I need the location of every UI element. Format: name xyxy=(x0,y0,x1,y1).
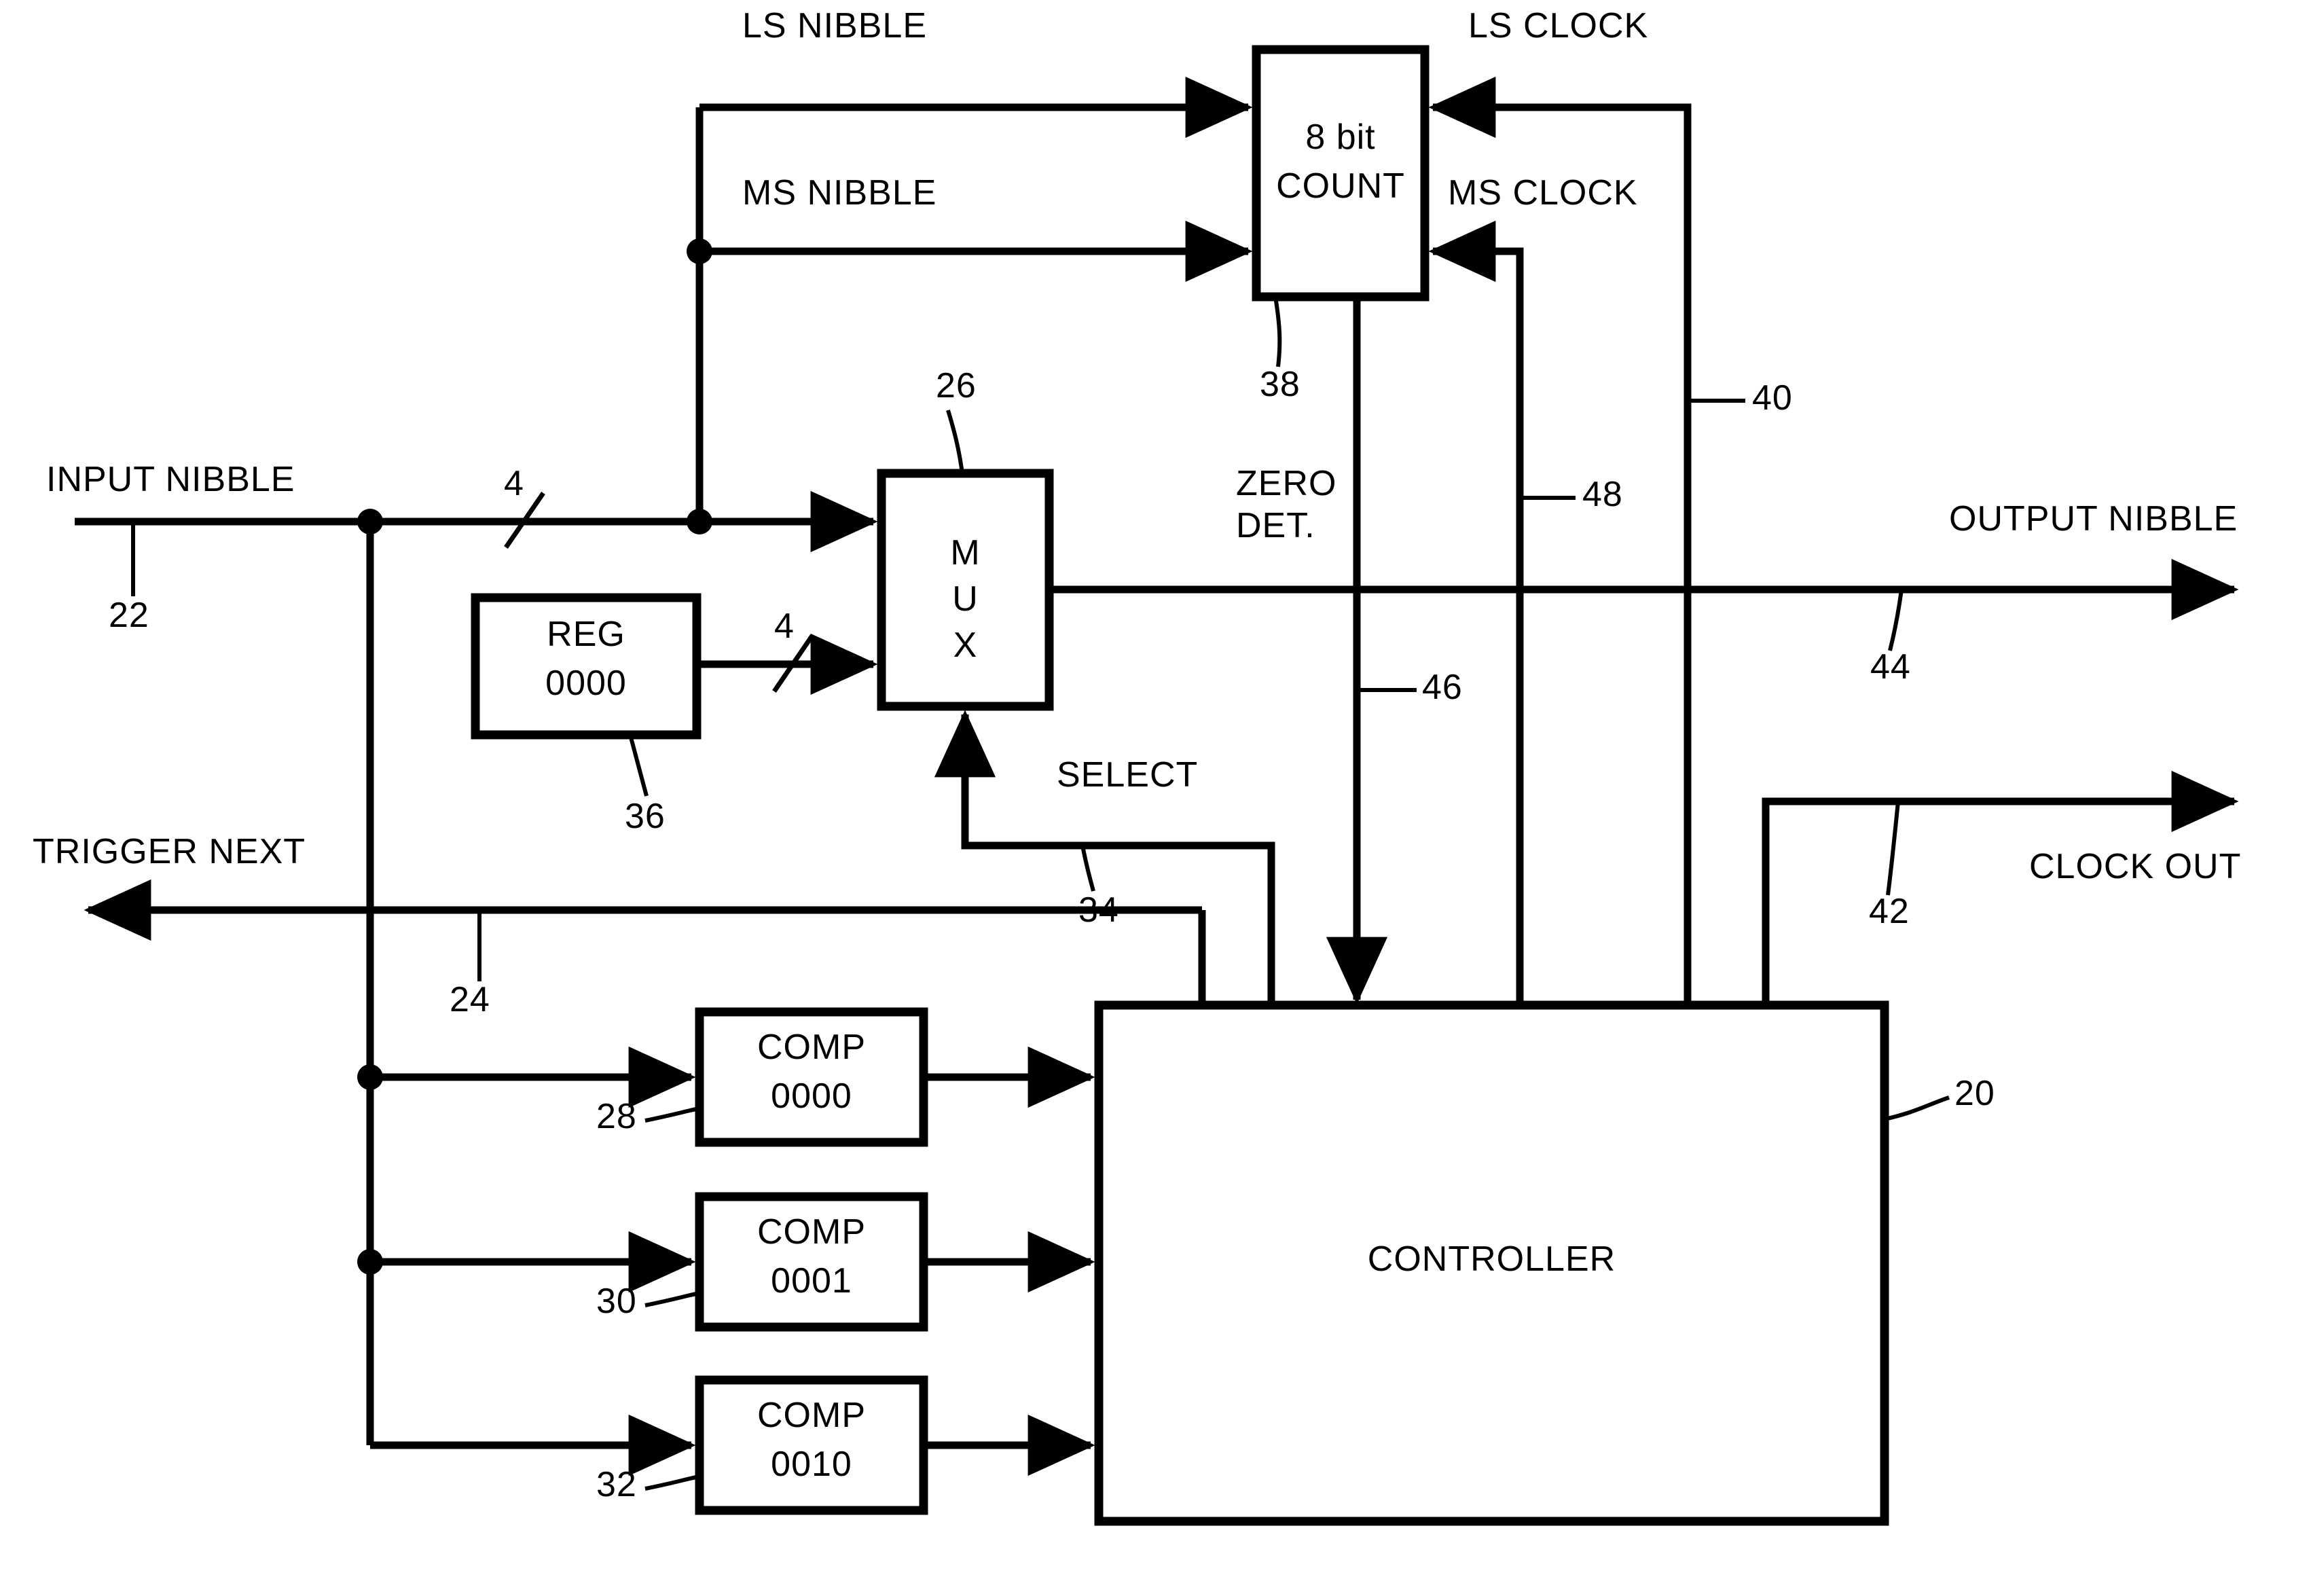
clock-out-wire xyxy=(1762,770,2239,1005)
ref-numeral-26: 26 xyxy=(936,366,977,405)
label-zero-det-line1: ZERO xyxy=(1236,464,1337,503)
ref-numeral-28: 28 xyxy=(596,1097,637,1136)
comp1-block-label-line2: 0000 xyxy=(771,1076,852,1116)
ref-numeral-24: 24 xyxy=(450,980,490,1019)
ms-clock-wire xyxy=(1428,220,1524,1005)
comp2-block-label-line2: 0001 xyxy=(771,1261,852,1301)
controller-block-label: CONTROLLER xyxy=(1367,1239,1616,1279)
count-ref-leader xyxy=(1273,296,1282,367)
ref-numeral-22: 22 xyxy=(109,596,149,635)
diagram-lines xyxy=(75,45,2239,1526)
label-zero-det-line2: DET. xyxy=(1236,506,1315,545)
mux-block-letter-u: U xyxy=(952,579,979,619)
junction-dot-comp1 xyxy=(357,1064,383,1090)
label-input-nibble: INPUT NIBBLE xyxy=(46,460,295,499)
comp3-ref-leader xyxy=(644,1474,700,1491)
label-ls-clock: LS CLOCK xyxy=(1468,6,1649,46)
ref-numeral-30: 30 xyxy=(596,1282,637,1321)
reg-ref-leader xyxy=(628,734,649,797)
ref-numeral-44: 44 xyxy=(1870,647,1911,687)
count-block-label-line1: 8 bit xyxy=(1305,117,1376,157)
ref-numeral-20: 20 xyxy=(1954,1074,1995,1113)
controller-ref-leader xyxy=(1884,1095,1950,1121)
ls-clock-wire xyxy=(1428,76,1692,1005)
clock-out-ref-leader xyxy=(1886,801,1900,896)
comp2-block-label-line1: COMP xyxy=(757,1212,866,1252)
output-nibble-ref-leader xyxy=(1888,589,1904,651)
comp1-block-label-line1: COMP xyxy=(757,1028,866,1067)
label-ls-nibble: LS NIBBLE xyxy=(742,6,928,46)
label-reg-bus-width: 4 xyxy=(774,606,795,646)
ref-numeral-36: 36 xyxy=(625,797,666,836)
label-input-bus-width: 4 xyxy=(504,464,524,503)
ref-numeral-40: 40 xyxy=(1752,378,1793,418)
junction-dot-comp2 xyxy=(357,1249,383,1275)
comp3-block-label-line1: COMP xyxy=(757,1396,866,1435)
comp1-ref-leader xyxy=(644,1106,700,1123)
comp3-block-label-line2: 0010 xyxy=(771,1445,852,1484)
ref-numeral-38: 38 xyxy=(1260,365,1300,404)
label-clock-out: CLOCK OUT xyxy=(2029,847,2242,886)
patent-figure-canvas: LS NIBBLE MS NIBBLE LS CLOCK MS CLOCK IN… xyxy=(0,0,2311,1596)
label-output-nibble: OUTPUT NIBBLE xyxy=(1949,499,2238,539)
junction-dot-input xyxy=(357,509,383,534)
ref-numeral-42: 42 xyxy=(1869,892,1910,931)
ref-numeral-48: 48 xyxy=(1582,475,1623,514)
mux-block-letter-m: M xyxy=(950,533,981,573)
ref-numeral-32: 32 xyxy=(596,1465,637,1504)
mux-block-letter-x: X xyxy=(953,625,978,665)
label-trigger-next: TRIGGER NEXT xyxy=(33,832,306,871)
mux-ref-leader xyxy=(946,410,964,474)
label-ms-clock: MS CLOCK xyxy=(1448,173,1638,213)
reg-block-label-line2: 0000 xyxy=(545,664,627,703)
count-block-label-line2: COUNT xyxy=(1276,166,1405,206)
label-ms-nibble: MS NIBBLE xyxy=(742,173,937,213)
ref-numeral-46: 46 xyxy=(1422,668,1463,707)
reg-block-label-line1: REG xyxy=(547,615,625,654)
ref-numeral-34: 34 xyxy=(1078,890,1119,930)
comp2-ref-leader xyxy=(644,1291,700,1307)
select-ref-leader xyxy=(1080,845,1095,892)
label-select: SELECT xyxy=(1057,755,1199,795)
